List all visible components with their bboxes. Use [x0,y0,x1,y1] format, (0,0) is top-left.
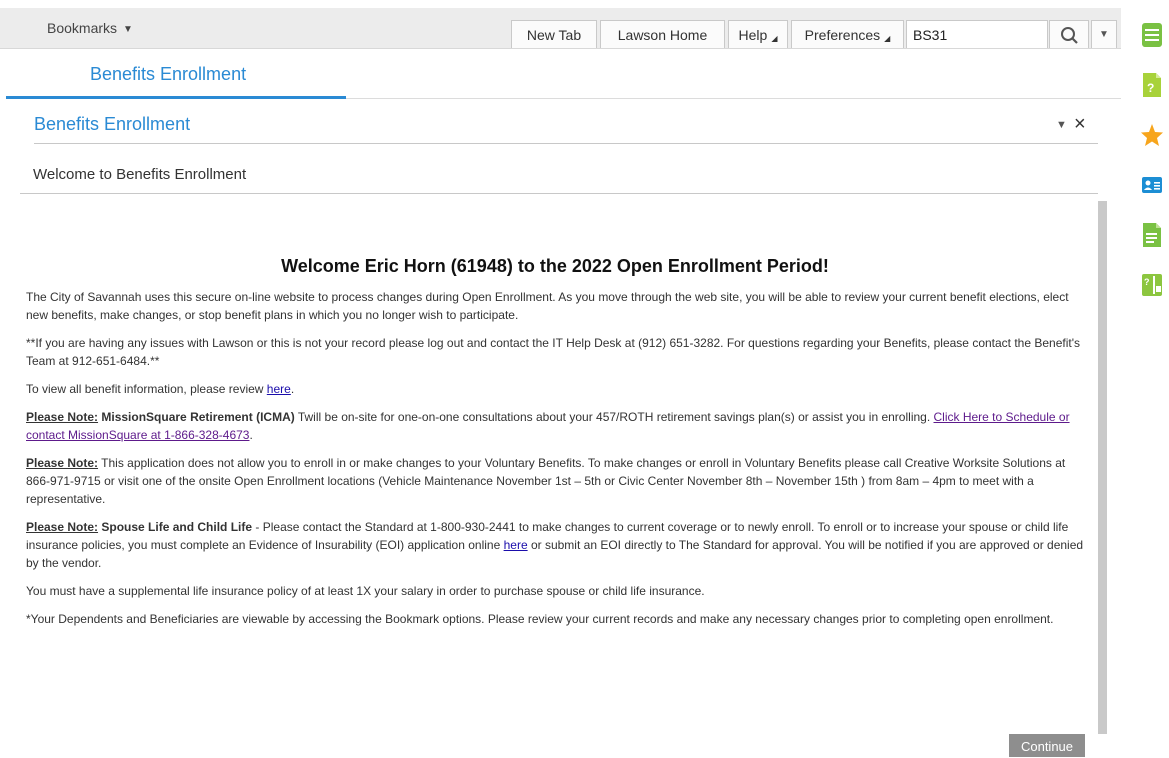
panel-divider [34,143,1098,144]
svg-text:?: ? [1147,81,1154,95]
benefit-info-paragraph: To view all benefit information, please … [26,380,1090,398]
active-tab-indicator [6,96,346,99]
favorites-star-icon[interactable] [1141,122,1163,148]
tab-divider [346,98,1121,99]
intro-paragraph: The City of Savannah uses this secure on… [26,290,1069,322]
chevron-down-icon: ▼ [1099,29,1109,40]
missionsquare-paragraph: Please Note: MissionSquare Retirement (I… [26,408,1090,444]
subtitle-divider [20,193,1098,194]
search-button[interactable] [1049,20,1089,48]
collapse-panel-icon[interactable]: ▼ [1056,119,1067,131]
missionsquare-title: MissionSquare Retirement (ICMA) [101,410,295,424]
tab-benefits-enrollment[interactable]: Benefits Enrollment [90,64,246,85]
chevron-down-icon: ▼ [123,24,133,35]
svg-text:?: ? [1144,277,1150,287]
close-panel-icon[interactable]: × [1074,113,1086,136]
voluntary-benefits-paragraph: Please Note: This application does not a… [26,454,1090,508]
missionsquare-end: . [249,428,253,442]
panel-subtitle: Welcome to Benefits Enrollment [33,166,247,183]
enrollment-content: The City of Savannah uses this secure on… [26,288,1090,638]
lawson-home-button[interactable]: Lawson Home [600,20,725,48]
eoi-application-link[interactable]: here [504,538,528,552]
right-icon-rail: ? ? [1136,22,1169,342]
new-tab-button[interactable]: New Tab [511,20,597,48]
voluntary-benefits-text: This application does not allow you to e… [26,456,1066,506]
note-label: Please Note: [26,456,99,470]
bookmarks-label: Bookmarks [47,20,118,36]
note-label: Please Note: [26,520,99,534]
bookmarks-menu[interactable]: Bookmarks ▼ [47,8,133,48]
vertical-scrollbar[interactable] [1098,201,1107,734]
list-icon[interactable] [1141,22,1163,48]
new-tab-label: New Tab [526,27,582,43]
benefit-info-end: . [290,382,295,396]
search-input[interactable] [906,20,1048,48]
help-label: Help [738,27,768,43]
search-dropdown-button[interactable]: ▼ [1091,20,1117,48]
contacts-icon[interactable] [1141,172,1163,198]
spouse-child-life-paragraph: Please Note: Spouse Life and Child Life … [26,518,1090,572]
top-toolbar: Bookmarks ▼ New Tab Lawson Home Help ◢ Pre… [0,8,1121,49]
document-icon[interactable] [1141,222,1163,248]
benefit-info-link[interactable]: here [267,382,291,396]
note-label: Please Note: [26,410,99,424]
spouse-child-life-title: Spouse Life and Child Life [101,520,253,534]
search-icon [1061,27,1078,44]
help-desk-paragraph: **If you are having any issues with Laws… [26,336,1081,368]
help-menu-button[interactable]: Help ◢ [728,20,788,48]
help-export-icon[interactable]: ? [1141,272,1163,298]
continue-button[interactable]: Continue [1009,734,1085,757]
supplemental-life-paragraph: You must have a supplemental life insura… [26,584,705,598]
preferences-label: Preferences [804,27,881,43]
help-document-icon[interactable]: ? [1141,72,1163,98]
corner-triangle-icon: ◢ [884,34,891,43]
lawson-home-label: Lawson Home [617,27,708,43]
corner-triangle-icon: ◢ [771,34,778,43]
missionsquare-text: Twill be on-site for one-on-one consulta… [294,410,934,424]
dependents-paragraph: *Your Dependents and Beneficiaries are v… [26,612,1054,626]
panel-title: Benefits Enrollment [34,114,191,134]
welcome-heading: Welcome Eric Horn (61948) to the 2022 Op… [281,256,829,276]
benefit-info-text: To view all benefit information, please … [26,382,267,396]
preferences-menu-button[interactable]: Preferences ◢ [791,20,904,48]
